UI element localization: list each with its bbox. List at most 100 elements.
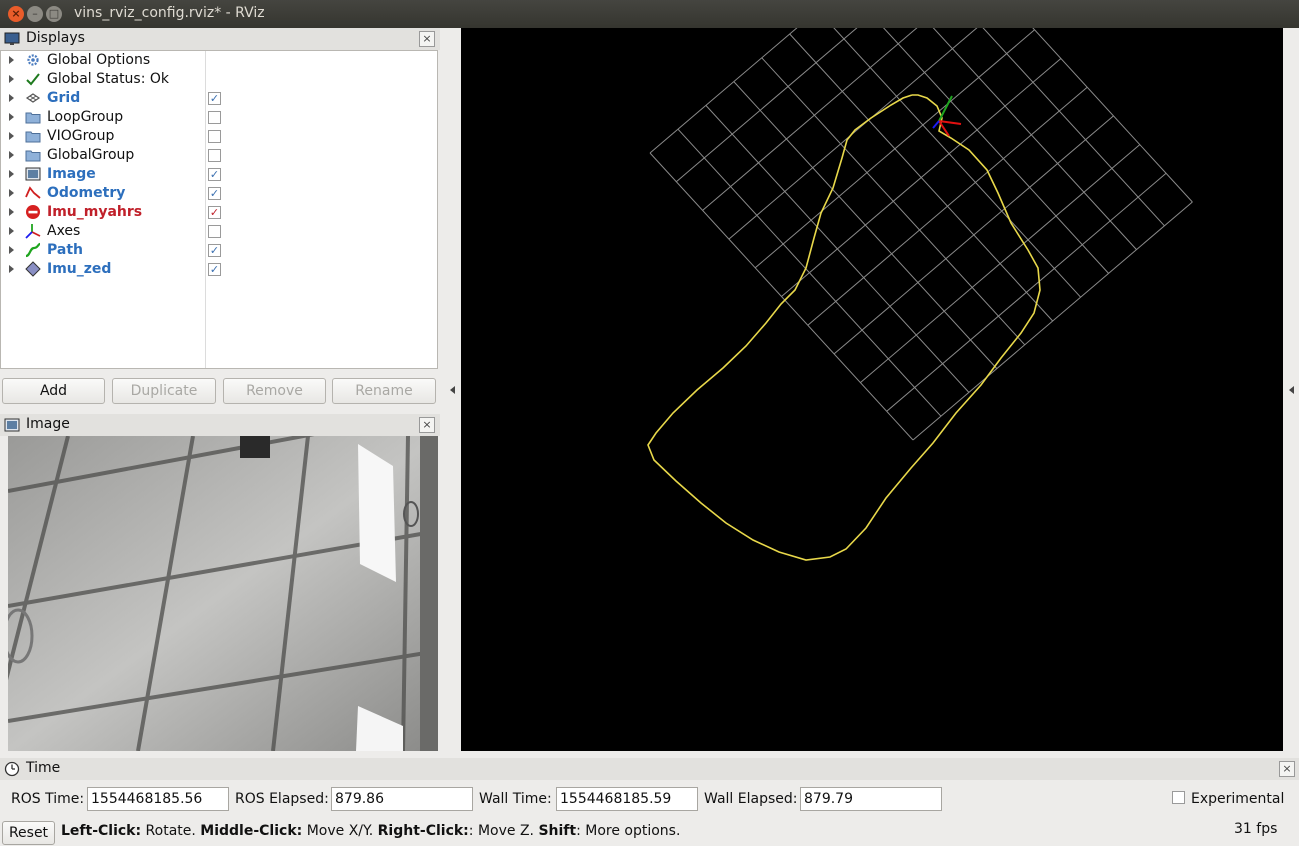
path-icon	[25, 242, 41, 258]
imu-icon	[25, 261, 41, 277]
monitor-icon	[4, 32, 20, 45]
expand-arrow-icon[interactable]	[9, 94, 14, 102]
expand-arrow-icon[interactable]	[9, 265, 14, 273]
hint-middle-click-key: Middle-Click:	[200, 823, 303, 839]
window-titlebar: × – □ vins_rviz_config.rviz* - RViz	[0, 0, 1299, 28]
wall-time-field[interactable]: 1554468185.59	[556, 787, 698, 811]
expand-arrow-icon[interactable]	[9, 246, 14, 254]
ros-elapsed-label: ROS Elapsed:	[235, 791, 329, 807]
time-panel-close-button[interactable]: ×	[1279, 761, 1295, 777]
display-item-path[interactable]: Path ✓	[1, 241, 437, 260]
display-item-imu-zed[interactable]: Imu_zed ✓	[1, 260, 437, 279]
experimental-label: Experimental	[1191, 791, 1285, 807]
expand-arrow-icon[interactable]	[9, 56, 14, 64]
expand-arrow-icon[interactable]	[9, 227, 14, 235]
3d-scene	[647, 28, 1193, 561]
displays-panel-close-button[interactable]: ×	[419, 31, 435, 47]
display-item-loopgroup[interactable]: LoopGroup	[1, 108, 437, 127]
image-panel-close-button[interactable]: ×	[419, 417, 435, 433]
trajectory-path	[647, 94, 1041, 561]
window-close-button[interactable]: ×	[8, 6, 24, 22]
display-item-label: Imu_zed	[47, 261, 112, 277]
hint-shift-text: : More options.	[576, 823, 681, 839]
display-item-label: Global Status: Ok	[47, 71, 170, 87]
display-item-grid[interactable]: Grid ✓	[1, 89, 437, 108]
checkmark-icon	[26, 73, 40, 86]
grid-lines	[649, 28, 1193, 441]
displays-panel-header: Displays ×	[0, 28, 440, 50]
grid-line	[649, 28, 798, 154]
ros-time-label: ROS Time:	[11, 791, 85, 807]
display-enabled-checkbox[interactable]	[208, 130, 221, 143]
expand-arrow-icon[interactable]	[9, 132, 14, 140]
display-item-globalgroup[interactable]: GlobalGroup	[1, 146, 437, 165]
display-item-imu-myahrs[interactable]: Imu_myahrs ✓	[1, 203, 437, 222]
expand-arrow-icon[interactable]	[9, 189, 14, 197]
grid-line	[728, 28, 978, 240]
camera-image	[8, 436, 438, 751]
grid-line	[675, 28, 858, 183]
grid-line	[982, 28, 1165, 227]
display-item-viogroup[interactable]: VIOGroup	[1, 127, 437, 146]
display-item-label: Path	[47, 242, 83, 258]
display-enabled-checkbox[interactable]	[208, 149, 221, 162]
folder-icon	[25, 112, 41, 124]
experimental-checkbox[interactable]	[1172, 791, 1185, 804]
3d-render-viewport[interactable]	[461, 28, 1283, 751]
display-enabled-checkbox[interactable]: ✓	[208, 263, 221, 276]
hint-shift-key: Shift	[538, 823, 577, 839]
displays-tree[interactable]: Global Options Global Status: Ok Grid ✓ Loop…	[0, 50, 438, 369]
duplicate-button[interactable]: Duplicate	[112, 378, 216, 404]
image-panel-title: Image	[26, 416, 70, 432]
hint-middle-click-text: Move X/Y.	[302, 823, 378, 839]
folder-icon	[25, 131, 41, 143]
ros-time-field[interactable]: 1554468185.56	[87, 787, 229, 811]
display-item-global-options[interactable]: Global Options	[1, 51, 437, 70]
display-item-label: LoopGroup	[47, 109, 124, 125]
camera-image-view	[8, 436, 438, 751]
hint-left-click-text: Rotate.	[141, 823, 201, 839]
grid-line	[883, 28, 1109, 274]
remove-button[interactable]: Remove	[223, 378, 326, 404]
axes-marker	[932, 95, 962, 137]
expand-arrow-icon[interactable]	[9, 208, 14, 216]
ros-elapsed-field[interactable]: 879.86	[331, 787, 473, 811]
expand-arrow-icon[interactable]	[9, 113, 14, 121]
display-item-label: Axes	[47, 223, 81, 239]
rename-button[interactable]: Rename	[332, 378, 436, 404]
display-enabled-checkbox[interactable]: ✓	[208, 187, 221, 200]
right-dock-collapse-arrow[interactable]	[1289, 386, 1294, 394]
image-panel-header: Image ×	[0, 414, 440, 436]
display-enabled-checkbox[interactable]: ✓	[208, 206, 221, 219]
add-button[interactable]: Add	[2, 378, 105, 404]
display-item-global-status-ok[interactable]: Global Status: Ok	[1, 70, 437, 89]
display-enabled-checkbox[interactable]: ✓	[208, 92, 221, 105]
grid-line	[833, 115, 1114, 355]
hint-right-click-key: Right-Click:	[377, 823, 469, 839]
grid-icon	[25, 93, 41, 103]
display-enabled-checkbox[interactable]: ✓	[208, 244, 221, 257]
display-enabled-checkbox[interactable]	[208, 225, 221, 238]
window-minimize-button[interactable]: –	[27, 6, 43, 22]
grid-line	[912, 201, 1193, 441]
folder-icon	[25, 150, 41, 162]
display-item-axes[interactable]: Axes	[1, 222, 437, 241]
display-item-image[interactable]: Image ✓	[1, 165, 437, 184]
expand-arrow-icon[interactable]	[9, 170, 14, 178]
status-bar: Reset Left-Click: Rotate. Middle-Click: …	[0, 818, 1299, 846]
odometry-icon	[25, 186, 41, 199]
display-enabled-checkbox[interactable]: ✓	[208, 168, 221, 181]
expand-arrow-icon[interactable]	[9, 75, 14, 83]
wall-elapsed-field[interactable]: 879.79	[800, 787, 942, 811]
window-title: vins_rviz_config.rviz* - RViz	[74, 5, 265, 21]
expand-arrow-icon[interactable]	[9, 151, 14, 159]
clock-icon	[4, 761, 20, 777]
left-dock-collapse-arrow[interactable]	[450, 386, 455, 394]
error-icon	[26, 205, 40, 219]
display-item-odometry[interactable]: Odometry ✓	[1, 184, 437, 203]
time-panel-header: Time ×	[0, 758, 1299, 780]
window-maximize-button[interactable]: □	[46, 6, 62, 22]
display-enabled-checkbox[interactable]	[208, 111, 221, 124]
grid-line	[781, 58, 1062, 297]
reset-button[interactable]: Reset	[2, 821, 55, 845]
